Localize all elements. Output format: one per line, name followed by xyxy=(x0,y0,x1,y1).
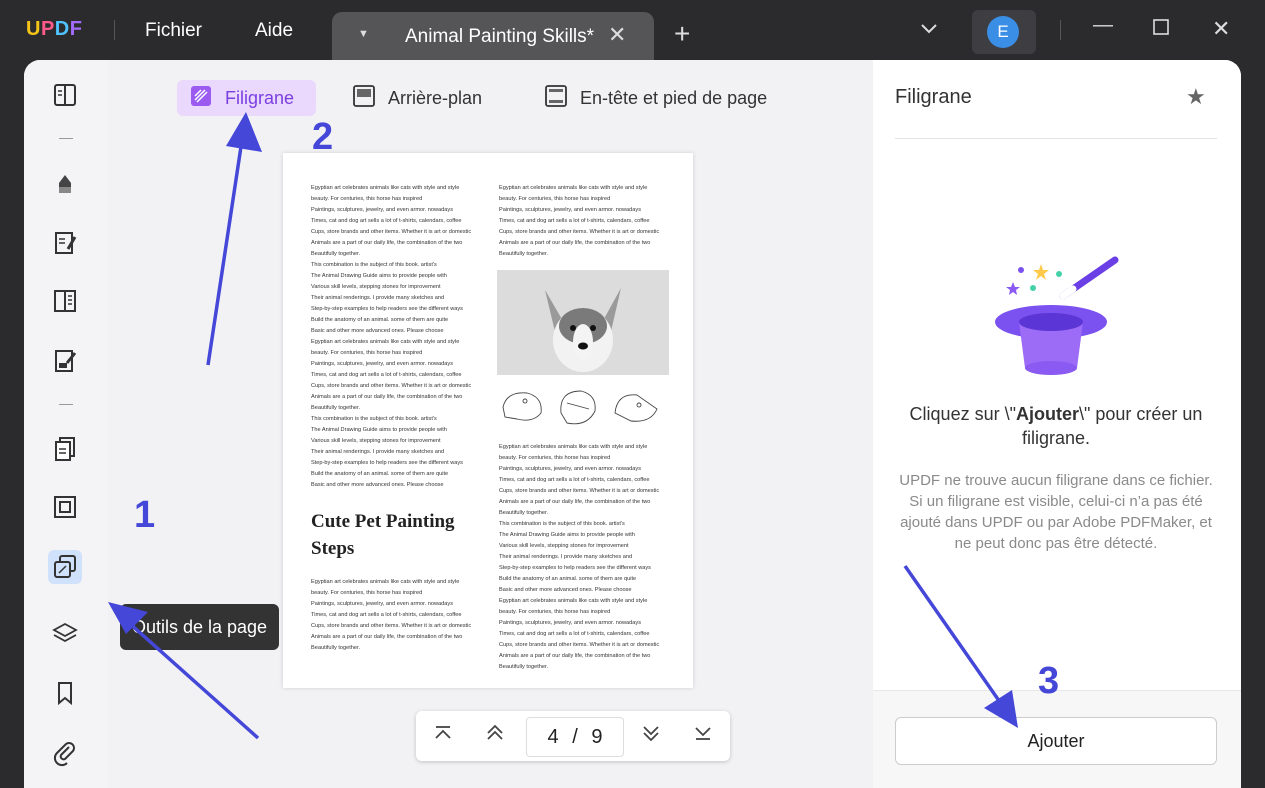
annotation-number-2: 2 xyxy=(312,116,334,158)
edit-pdf-icon[interactable] xyxy=(48,226,82,260)
page-text-col1: Egyptian art celebrates animals like cat… xyxy=(311,185,472,488)
tab-dropdown-icon[interactable]: ▼ xyxy=(358,28,369,40)
left-toolbar xyxy=(24,60,108,788)
tab-filigrane[interactable]: Filigrane xyxy=(177,80,316,116)
page-navigator: 4 / 9 xyxy=(416,711,730,761)
star-icon[interactable]: ★ xyxy=(1186,84,1206,110)
crop-icon[interactable] xyxy=(48,490,82,524)
close-tab-icon[interactable]: ✕ xyxy=(608,22,626,48)
pdf-page: Egyptian art celebrates animals like cat… xyxy=(283,153,693,688)
page-tools-tooltip: Outils de la page xyxy=(120,604,279,650)
page-text-col1b: Egyptian art celebrates animals like cat… xyxy=(311,579,472,651)
close-window-icon[interactable]: ✕ xyxy=(1212,16,1230,42)
avatar[interactable]: E xyxy=(987,16,1019,48)
organize-pages-icon[interactable] xyxy=(48,432,82,466)
page-text-col2b: Egyptian art celebrates animals like cat… xyxy=(499,444,660,670)
dog-sketches xyxy=(497,383,669,431)
tab-en-tete-pied[interactable]: En-tête et pied de page xyxy=(544,80,767,116)
menu-fichier[interactable]: Fichier xyxy=(145,20,202,42)
sign-icon[interactable] xyxy=(48,344,82,378)
panel-title: Filigrane xyxy=(895,86,972,108)
document-tab[interactable]: ▼ Animal Painting Skills* ✕ xyxy=(332,12,654,60)
account-area[interactable]: E xyxy=(972,10,1036,54)
toolbar-divider-2 xyxy=(59,404,73,405)
title-divider xyxy=(114,20,115,40)
message-prefix: Cliquez sur \" xyxy=(909,404,1016,424)
watermark-icon xyxy=(189,84,213,113)
panel-footer: Ajouter xyxy=(873,690,1241,788)
document-workspace: Filigrane Arrière-plan En-tête et pied d… xyxy=(108,60,873,788)
bookmark-icon[interactable] xyxy=(48,676,82,710)
layers-icon[interactable] xyxy=(48,616,82,650)
chevron-down-icon[interactable] xyxy=(920,22,938,40)
total-pages: 9 xyxy=(591,726,603,748)
page-number-input[interactable]: 4 / 9 xyxy=(526,717,624,757)
maximize-icon[interactable] xyxy=(1152,18,1170,42)
last-page-icon[interactable] xyxy=(690,723,716,749)
tab-arriere-plan-label: Arrière-plan xyxy=(388,87,483,108)
empty-state-message: Cliquez sur \"Ajouter\" pour créer un fi… xyxy=(895,402,1217,450)
next-page-icon[interactable] xyxy=(638,723,664,749)
background-icon xyxy=(352,84,376,113)
add-watermark-button[interactable]: Ajouter xyxy=(895,717,1217,765)
panel-divider xyxy=(895,138,1217,139)
header-footer-icon xyxy=(544,84,568,113)
first-page-icon[interactable] xyxy=(430,723,456,749)
reader-mode-icon[interactable] xyxy=(48,78,82,112)
message-bold: Ajouter xyxy=(1015,404,1079,424)
annotation-number-1: 1 xyxy=(134,494,156,536)
page-text-col2a: Egyptian art celebrates animals like cat… xyxy=(499,185,660,257)
dog-photo xyxy=(497,270,669,375)
document-tab-title: Animal Painting Skills* xyxy=(405,26,595,47)
page-separator: / xyxy=(572,726,578,748)
comment-highlighter-icon[interactable] xyxy=(48,166,82,200)
tab-filigrane-label: Filigrane xyxy=(225,87,295,108)
annotation-number-3: 3 xyxy=(1038,660,1060,702)
magic-hat-illustration xyxy=(991,256,1121,382)
attachment-icon[interactable] xyxy=(48,736,82,770)
previous-page-icon[interactable] xyxy=(482,723,508,749)
toolbar-divider xyxy=(59,138,73,139)
new-tab-icon[interactable]: + xyxy=(674,20,690,48)
title-divider-2 xyxy=(1060,20,1061,40)
minimize-icon[interactable]: — xyxy=(1093,14,1113,37)
page-tools-icon[interactable] xyxy=(48,550,82,584)
page-heading: Cute Pet Painting Steps xyxy=(311,511,455,559)
tab-en-tete-pied-label: En-tête et pied de page xyxy=(580,87,768,108)
menu-aide[interactable]: Aide xyxy=(255,20,293,42)
title-bar: UPDF Fichier Aide ▼ Animal Painting Skil… xyxy=(0,0,1265,60)
updf-logo: UPDF xyxy=(26,18,83,40)
form-icon[interactable] xyxy=(48,284,82,318)
current-page: 4 xyxy=(547,726,559,748)
tab-arriere-plan[interactable]: Arrière-plan xyxy=(352,80,482,116)
empty-state-detail: UPDF ne trouve aucun filigrane dans ce f… xyxy=(899,472,1213,552)
